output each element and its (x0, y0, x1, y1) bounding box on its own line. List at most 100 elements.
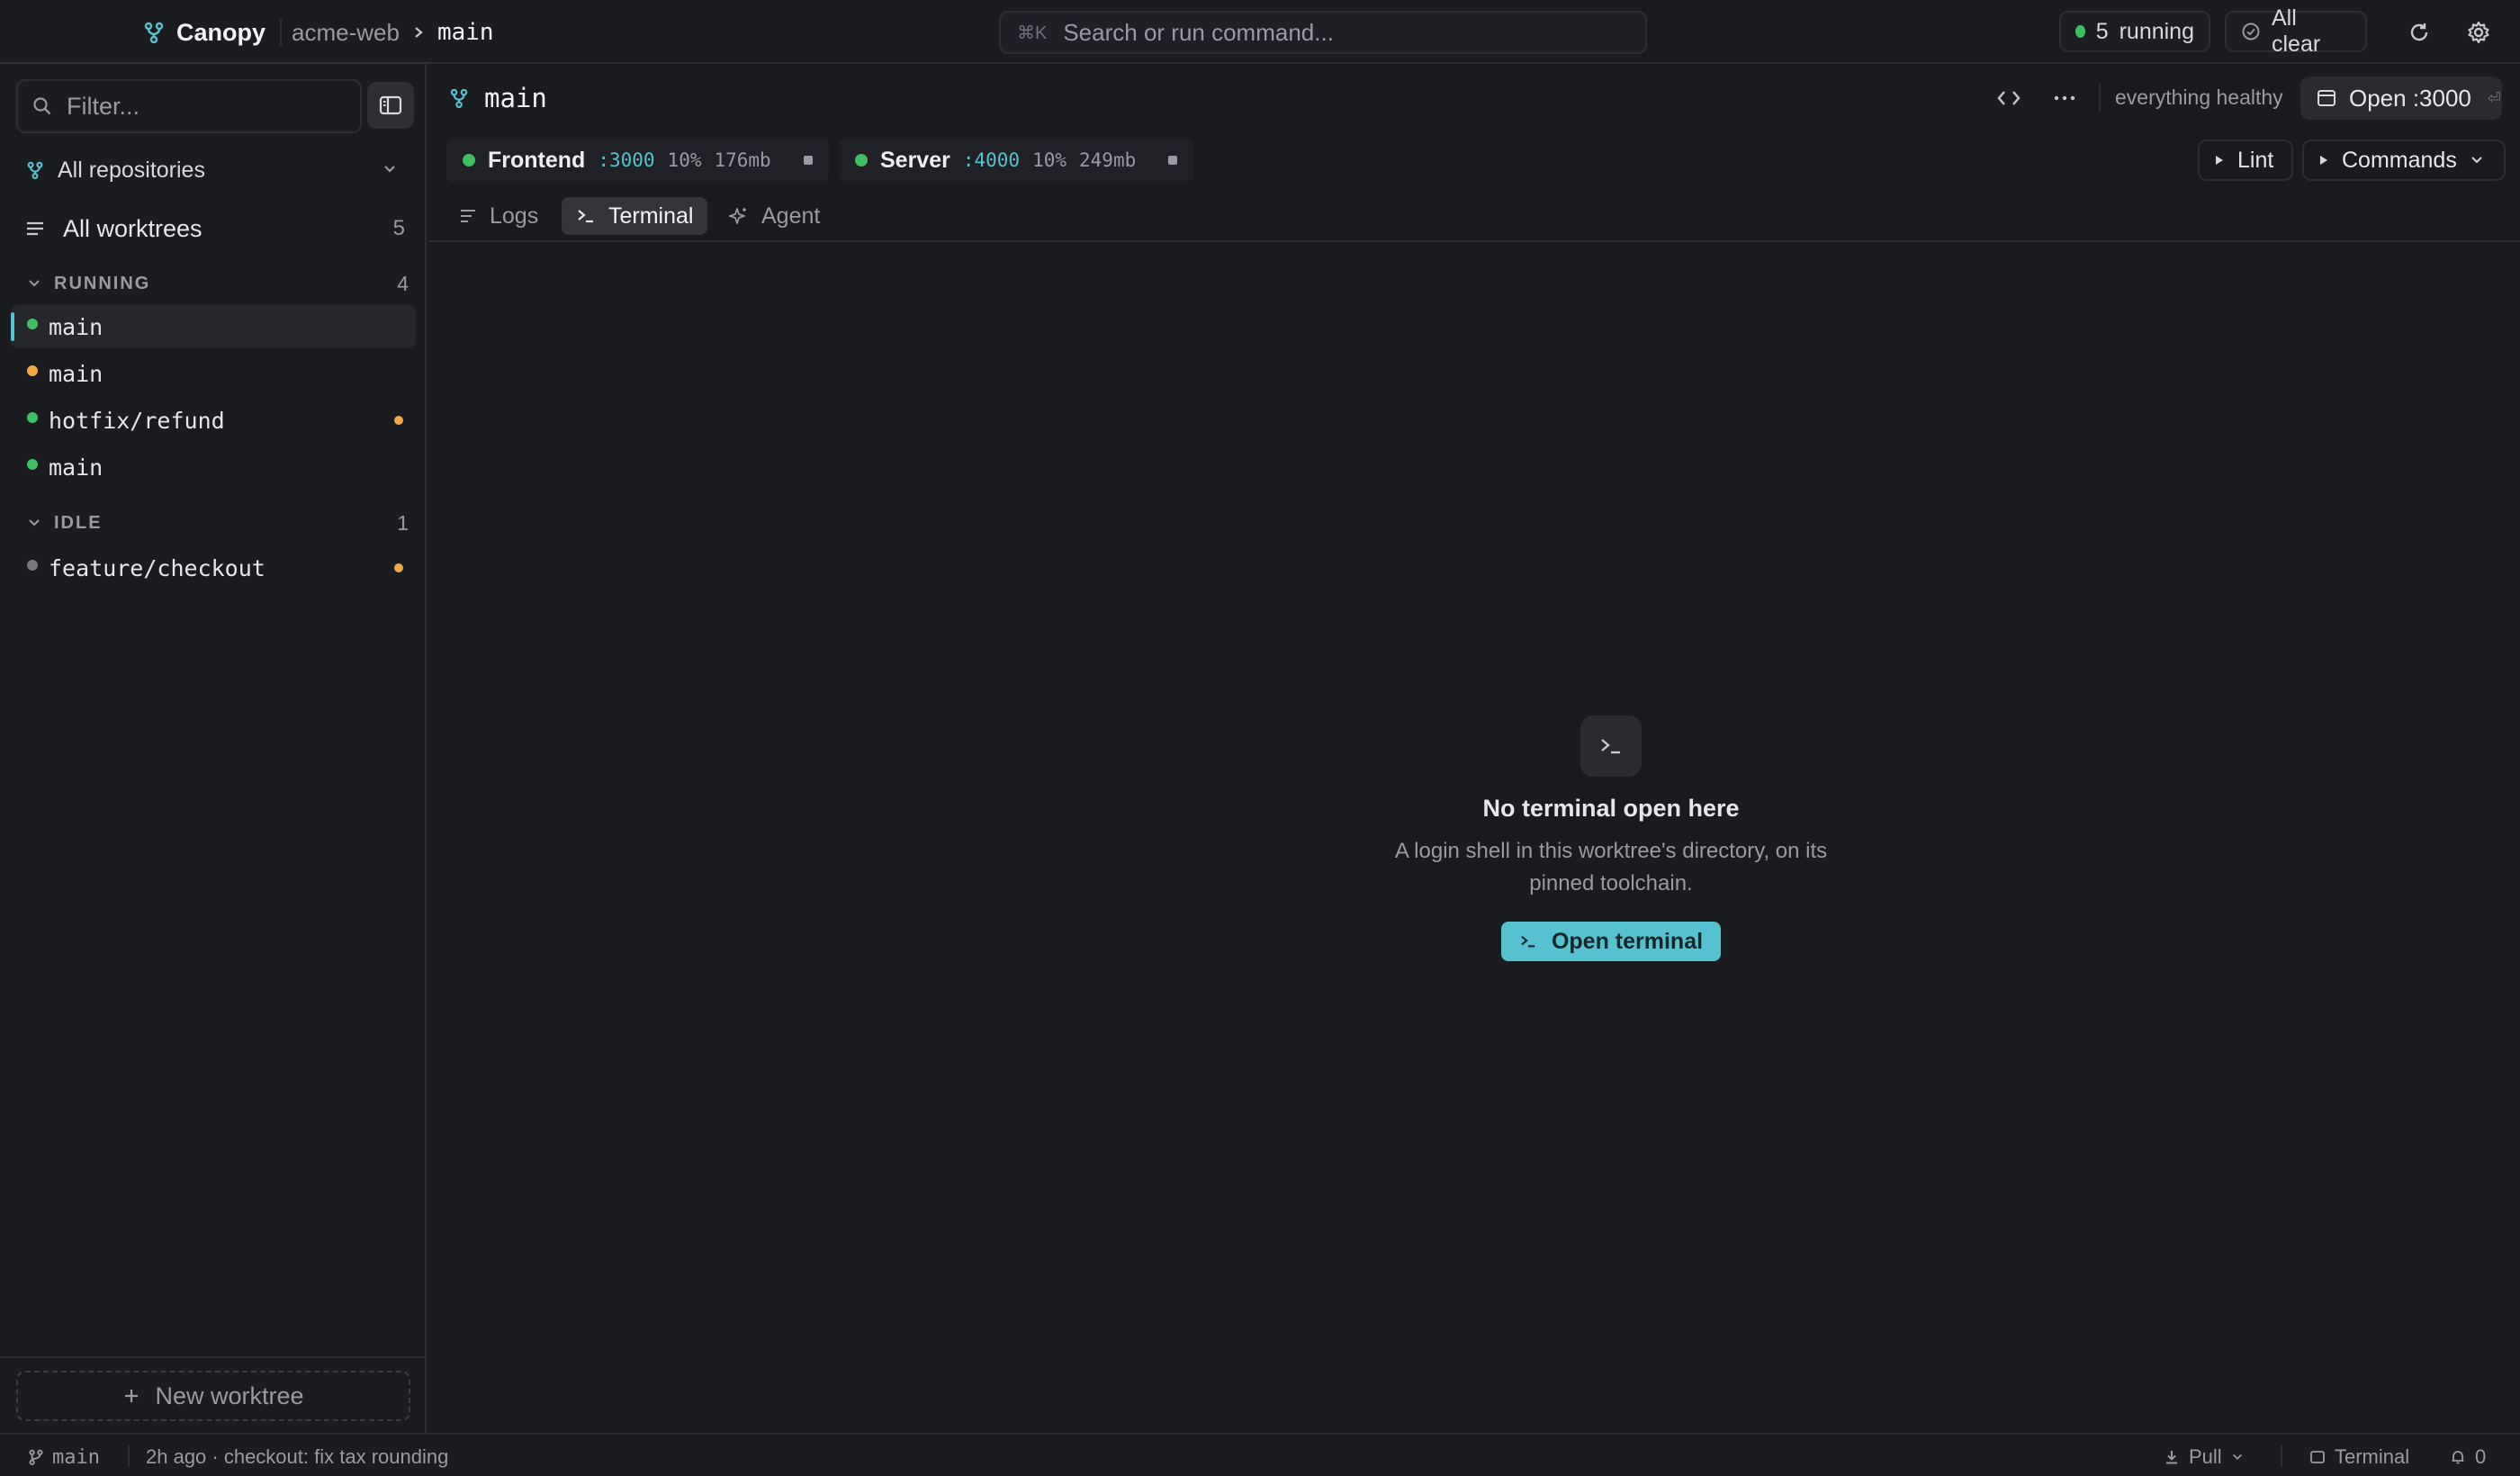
play-icon (2318, 154, 2329, 166)
commands-button[interactable]: Commands (2302, 140, 2506, 181)
refresh-button[interactable] (2401, 14, 2437, 50)
lint-button[interactable]: Lint (2198, 140, 2293, 181)
all-worktrees-label: All worktrees (63, 214, 202, 242)
service-chip[interactable]: Frontend :3000 10% 176mb (446, 138, 829, 183)
open-terminal-label: Open terminal (1551, 928, 1704, 954)
filter-input[interactable] (67, 92, 337, 121)
divider (2099, 84, 2101, 112)
notifications-count: 0 (2475, 1445, 2487, 1468)
active-indicator (11, 312, 14, 341)
status-dot-icon (27, 365, 38, 376)
tab-terminal[interactable]: Terminal (562, 197, 708, 235)
toggle-sidebar-button[interactable] (367, 82, 414, 129)
worktree-label: main (49, 454, 104, 481)
chevron-down-icon (382, 161, 398, 177)
filter-box[interactable] (16, 79, 362, 133)
status-branch-label: main (52, 1445, 100, 1469)
section-count: 1 (397, 510, 409, 535)
all-worktrees-count: 5 (392, 216, 405, 240)
new-worktree-button[interactable]: New worktree (16, 1371, 410, 1421)
section-running[interactable]: RUNNING 4 (27, 267, 409, 300)
worktree-item[interactable]: hotfix/refund (11, 399, 416, 442)
pull-button[interactable]: Pull (2164, 1445, 2244, 1469)
enter-hint-icon: ⏎ (2487, 88, 2501, 107)
download-icon (2164, 1449, 2180, 1465)
running-label: running (2119, 18, 2194, 44)
worktree-item[interactable]: main (11, 305, 416, 348)
status-branch[interactable]: main (29, 1445, 100, 1469)
command-search[interactable]: ⌘K Search or run command... (999, 11, 1647, 54)
divider (128, 1445, 130, 1467)
more-options-button[interactable] (2047, 78, 2083, 118)
search-placeholder: Search or run command... (1063, 18, 1334, 46)
section-title: RUNNING (54, 273, 151, 293)
breadcrumb-branch[interactable]: main (437, 19, 494, 46)
running-count-badge[interactable]: 5 running (2059, 11, 2210, 52)
stop-service-icon[interactable] (1168, 156, 1178, 165)
repository-icon (27, 161, 43, 179)
service-port[interactable]: :3000 (598, 149, 654, 171)
play-icon (2214, 154, 2225, 166)
status-bar: main 2h ago · checkout: fix tax rounding… (0, 1433, 2520, 1476)
open-preview-label: Open :3000 (2349, 84, 2471, 112)
service-memory: 176mb (714, 149, 771, 171)
brand-name: Canopy (176, 18, 266, 46)
empty-state-title: No terminal open here (1482, 795, 1740, 822)
brand[interactable]: Canopy (144, 16, 266, 49)
service-name: Frontend (488, 147, 586, 173)
health-status-badge[interactable]: All clear (2225, 5, 2367, 57)
sidebar: All repositories All worktrees 5 RUNNING… (0, 64, 427, 1433)
chevron-down-icon (27, 276, 41, 291)
terminal-icon (1580, 716, 1642, 777)
repository-selector[interactable]: All repositories (27, 150, 405, 190)
divider (2281, 1445, 2282, 1467)
stop-service-icon[interactable] (803, 156, 813, 165)
search-shortcut: ⌘K (1017, 22, 1048, 43)
code-view-button[interactable] (1991, 78, 2027, 118)
all-worktrees-item[interactable]: All worktrees 5 (25, 206, 407, 251)
service-chip[interactable]: Server :4000 10% 249mb (839, 138, 1194, 183)
settings-button[interactable] (2461, 14, 2497, 50)
service-cpu: 10% (667, 149, 702, 171)
tabs-divider (428, 240, 2520, 242)
code-icon (1996, 88, 2021, 108)
breadcrumb-repo[interactable]: acme-web (292, 19, 400, 47)
more-horizontal-icon (2053, 94, 2076, 102)
status-dot-icon (27, 560, 38, 571)
worktree-item[interactable]: feature/checkout (11, 546, 416, 590)
page-title: main (484, 83, 547, 113)
service-port[interactable]: :4000 (963, 149, 1020, 171)
service-status-dot-icon (855, 154, 868, 166)
worktree-label: main (49, 313, 104, 340)
service-status-dot-icon (463, 154, 475, 166)
open-preview-button[interactable]: Open :3000 ⏎ (2300, 76, 2502, 120)
tab-label: Terminal (608, 202, 694, 229)
section-title: IDLE (54, 512, 103, 533)
worktree-item[interactable]: main (11, 352, 416, 395)
divider (0, 1356, 425, 1358)
terminal-empty-state: No terminal open here A login shell in t… (1341, 716, 1881, 961)
notifications-button[interactable]: 0 (2450, 1445, 2486, 1469)
service-name: Server (880, 147, 950, 173)
tab-logs[interactable]: Logs (445, 197, 553, 235)
worktree-item[interactable]: main (11, 446, 416, 489)
service-memory: 249mb (1079, 149, 1137, 171)
running-count: 5 (2095, 18, 2109, 44)
window-icon (2309, 1450, 2326, 1464)
tab-label: Logs (490, 202, 539, 229)
branch-icon (450, 87, 468, 109)
new-worktree-label: New worktree (155, 1382, 304, 1409)
lint-label: Lint (2237, 147, 2274, 173)
status-dot-icon (27, 459, 38, 470)
health-text: everything healthy (2115, 86, 2283, 109)
tab-label: Agent (761, 202, 821, 229)
tab-agent[interactable]: Agent (715, 197, 834, 235)
open-terminal-button[interactable]: Open terminal (1500, 922, 1722, 961)
repository-selector-label: All repositories (58, 157, 205, 183)
logs-icon (459, 208, 477, 224)
section-idle[interactable]: IDLE 1 (27, 507, 409, 539)
chevron-down-icon (27, 516, 41, 530)
main-panel: main everything healthy Open :3000 ⏎ Fro… (428, 64, 2520, 1433)
browser-window-icon (2317, 89, 2336, 107)
status-terminal-button[interactable]: Terminal (2309, 1445, 2409, 1469)
